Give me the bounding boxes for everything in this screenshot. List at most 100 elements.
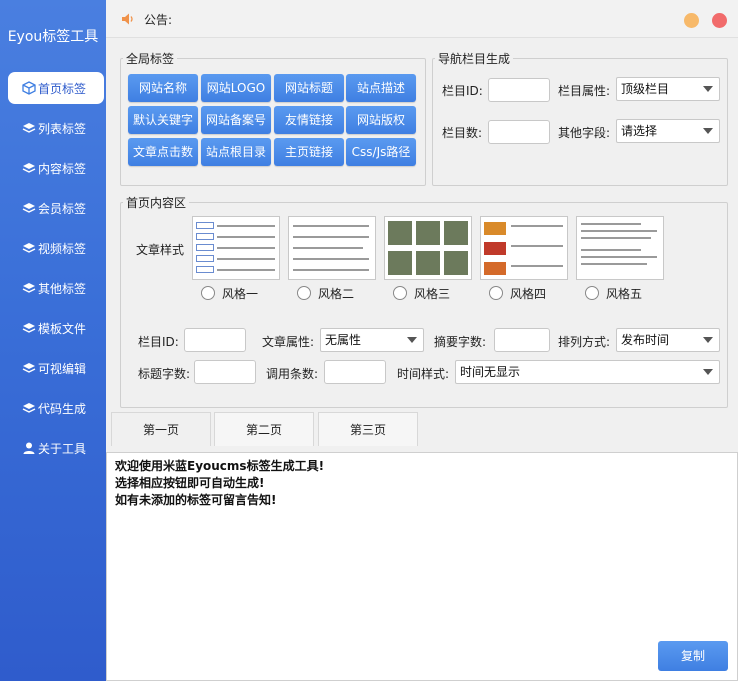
nav-col-count-input[interactable]	[488, 120, 550, 144]
tag-button-site-logo[interactable]: 网站LOGO	[201, 74, 271, 102]
nav-gen-legend: 导航栏目生成	[438, 52, 511, 66]
sidebar-item-template-files[interactable]: 模板文件	[8, 312, 104, 344]
style-radio-4[interactable]	[489, 286, 503, 300]
sidebar-item-label: 视频标签	[38, 241, 87, 256]
sidebar-item-label: 模板文件	[38, 321, 87, 336]
time-style-label: 时间样式:	[397, 367, 450, 381]
sidebar-item-label: 内容标签	[38, 161, 87, 176]
title-chars-input[interactable]	[194, 360, 256, 384]
style-radio-2[interactable]	[297, 286, 311, 300]
style-label-1: 风格一	[222, 287, 259, 301]
tag-button-site-desc[interactable]: 站点描述	[346, 74, 416, 102]
title-chars-label: 标题字数:	[138, 367, 191, 381]
tag-button-article-clicks[interactable]: 文章点击数	[128, 138, 198, 166]
output-line-3: 如有未添加的标签可留言告知!	[115, 493, 277, 507]
layers-icon	[22, 403, 36, 413]
layers-icon	[22, 243, 36, 253]
app-title: Eyou标签工具	[7, 29, 99, 45]
chevron-down-icon	[703, 128, 713, 134]
sidebar-item-label: 可视编辑	[38, 361, 87, 376]
tag-button-root-dir[interactable]: 站点根目录	[201, 138, 271, 166]
summary-chars-input[interactable]	[494, 328, 550, 352]
sidebar-item-label: 关于工具	[38, 441, 87, 456]
content-col-id-input[interactable]	[184, 328, 246, 352]
layers-icon	[22, 203, 36, 213]
tab-page-1[interactable]: 第一页	[111, 412, 211, 446]
notice-label: 公告:	[144, 13, 173, 27]
style-thumb-2[interactable]	[288, 216, 376, 280]
style-radio-5[interactable]	[585, 286, 599, 300]
sidebar-item-member-tags[interactable]: 会员标签	[8, 192, 104, 224]
minimize-button[interactable]	[684, 13, 699, 28]
other-field-select[interactable]: 请选择	[616, 119, 720, 143]
tag-button-icp[interactable]: 网站备案号	[201, 106, 271, 134]
sort-label: 排列方式:	[558, 335, 611, 349]
sidebar-item-code-gen[interactable]: 代码生成	[8, 392, 104, 424]
close-button[interactable]	[712, 13, 727, 28]
style-label-5: 风格五	[606, 287, 643, 301]
tag-button-cssjs-path[interactable]: Css/Js路径	[346, 138, 416, 166]
layers-icon	[22, 123, 36, 133]
nav-col-id-input[interactable]	[488, 78, 550, 102]
style-thumb-5[interactable]	[576, 216, 664, 280]
layers-icon	[22, 163, 36, 173]
sidebar-item-visual-edit[interactable]: 可视编辑	[8, 352, 104, 384]
tag-button-home-link[interactable]: 主页链接	[274, 138, 344, 166]
sidebar-item-label: 代码生成	[38, 401, 87, 416]
sidebar-item-content-tags[interactable]: 内容标签	[8, 152, 104, 184]
call-count-input[interactable]	[324, 360, 386, 384]
tab-page-3[interactable]: 第三页	[318, 412, 418, 446]
top-bar: 公告:	[106, 0, 738, 38]
nav-gen-group: 导航栏目生成	[432, 50, 728, 186]
tag-button-copyright[interactable]: 网站版权	[346, 106, 416, 134]
chevron-down-icon	[703, 86, 713, 92]
time-style-select[interactable]: 时间无显示	[455, 360, 720, 384]
sidebar-item-other-tags[interactable]: 其他标签	[8, 272, 104, 304]
tag-button-default-keywords[interactable]: 默认关键字	[128, 106, 198, 134]
tag-button-friend-links[interactable]: 友情链接	[274, 106, 344, 134]
call-count-label: 调用条数:	[266, 367, 319, 381]
summary-chars-label: 摘要字数:	[434, 335, 487, 349]
chevron-down-icon	[703, 369, 713, 375]
col-attr-select[interactable]: 顶级栏目	[616, 77, 720, 101]
style-radio-1[interactable]	[201, 286, 215, 300]
style-radio-3[interactable]	[393, 286, 407, 300]
other-field-label: 其他字段:	[558, 126, 611, 140]
style-label-4: 风格四	[510, 287, 547, 301]
sidebar-item-home-tags[interactable]: 首页标签	[8, 72, 104, 104]
sidebar-item-list-tags[interactable]: 列表标签	[8, 112, 104, 144]
style-thumb-3[interactable]	[384, 216, 472, 280]
layers-icon	[22, 363, 36, 373]
sidebar-item-label: 列表标签	[38, 121, 87, 136]
sidebar-item-label: 首页标签	[38, 81, 87, 96]
user-icon	[23, 442, 35, 454]
col-id-label: 栏目ID:	[442, 84, 483, 98]
output-line-1: 欢迎使用米蓝Eyoucms标签生成工具!	[115, 459, 325, 473]
cube-icon	[22, 81, 36, 95]
tag-button-site-name[interactable]: 网站名称	[128, 74, 198, 102]
output-textarea[interactable]: 欢迎使用米蓝Eyoucms标签生成工具! 选择相应按钮即可自动生成! 如有未添加…	[106, 452, 738, 681]
style-thumb-1[interactable]	[192, 216, 280, 280]
home-content-legend: 首页内容区	[126, 196, 187, 210]
tag-button-site-title[interactable]: 网站标题	[274, 74, 344, 102]
style-thumb-4[interactable]	[480, 216, 568, 280]
speaker-icon	[122, 13, 133, 25]
article-attr-select[interactable]: 无属性	[320, 328, 424, 352]
sort-value: 发布时间	[621, 333, 670, 347]
sidebar-item-label: 其他标签	[38, 281, 87, 296]
sidebar-item-video-tags[interactable]: 视频标签	[8, 232, 104, 264]
global-tags-legend: 全局标签	[126, 52, 175, 66]
chevron-down-icon	[407, 337, 417, 343]
chevron-down-icon	[703, 337, 713, 343]
layers-icon	[22, 283, 36, 293]
other-field-value: 请选择	[621, 124, 658, 138]
article-style-label: 文章样式	[136, 243, 185, 257]
col-attr-value: 顶级栏目	[621, 82, 670, 96]
sidebar-item-about[interactable]: 关于工具	[8, 432, 104, 464]
sort-select[interactable]: 发布时间	[616, 328, 720, 352]
tab-page-2[interactable]: 第二页	[214, 412, 314, 446]
sidebar: Eyou标签工具 首页标签 列表标签 内容标签 会员标签 视频标签 其他标签 模…	[0, 0, 106, 681]
col-attr-label: 栏目属性:	[558, 84, 611, 98]
copy-button[interactable]: 复制	[658, 641, 728, 671]
style-label-3: 风格三	[414, 287, 451, 301]
